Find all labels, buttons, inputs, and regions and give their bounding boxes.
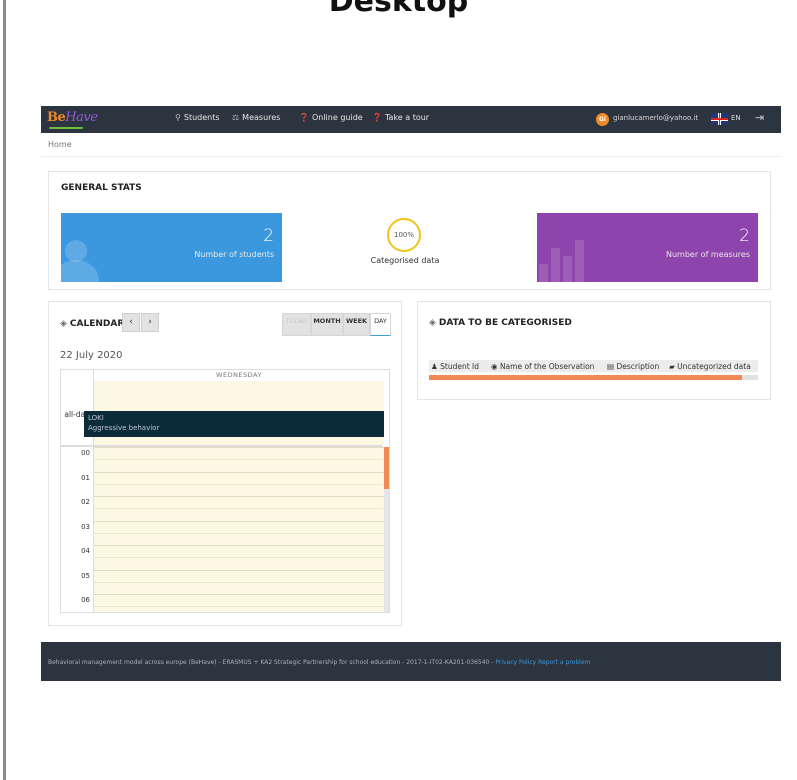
calendar-scroll-thumb[interactable] — [384, 447, 389, 489]
view-month-button[interactable]: MONTH — [311, 313, 343, 336]
user-icon: ♟ — [431, 362, 438, 371]
categorised-donut: 100% — [387, 218, 421, 252]
calendar-prev-button[interactable]: ‹ — [122, 313, 140, 332]
hour-row[interactable]: 06 — [61, 594, 384, 612]
measures-count: 2 — [739, 226, 750, 246]
general-stats-title: GENERAL STATS — [61, 183, 142, 193]
user-email[interactable]: gianlucamerlo@yahoo.it — [613, 114, 698, 122]
hour-row[interactable]: 01 — [61, 471, 384, 497]
uncategorised-table-header: ♟ Student Id ◉ Name of the Observation ▤… — [429, 360, 758, 372]
view-week-button[interactable]: WEEK — [343, 313, 370, 336]
privacy-policy-link[interactable]: Privacy Policy — [495, 659, 536, 666]
bar-chart-icon — [539, 264, 548, 282]
hour-row[interactable]: 04 — [61, 545, 384, 570]
students-count: 2 — [263, 226, 274, 246]
table-scrollbar-track[interactable] — [742, 375, 758, 380]
data-to-categorise-panel — [417, 301, 771, 400]
help-icon: ❓ — [372, 113, 382, 122]
measures-label: Number of measures — [666, 250, 750, 259]
hours-area[interactable]: 00 01 02 03 04 05 06 — [61, 447, 384, 612]
nav-measures[interactable]: ⚖ Measures — [232, 113, 280, 122]
graduation-icon: ⚲ — [175, 113, 181, 122]
logout-icon[interactable]: ⇥ — [755, 111, 764, 124]
hour-row[interactable]: 05 — [61, 569, 384, 595]
uk-flag-icon[interactable] — [711, 113, 728, 125]
col-description[interactable]: ▤ Description — [607, 362, 659, 371]
data-to-categorise-title: ◈ DATA TO BE CATEGORISED — [429, 318, 572, 328]
view-today-button[interactable]: TODAY — [282, 313, 311, 336]
col-uncategorized-data[interactable]: ▰ Uncategorized data — [669, 362, 751, 371]
hour-row[interactable]: 03 — [61, 520, 384, 546]
nav-online-guide[interactable]: ❓ Online guide — [299, 113, 363, 122]
measures-stat-card[interactable]: 2 Number of measures — [537, 213, 758, 282]
eye-icon: ◉ — [491, 362, 498, 371]
list-icon: ▤ — [607, 362, 615, 371]
footer-text: Behavioral management model across europ… — [48, 659, 591, 666]
calendar-event[interactable]: LOKI Aggressive behavior — [84, 411, 384, 437]
page-left-border — [3, 0, 6, 780]
categorised-label: Categorised data — [370, 256, 440, 265]
app-logo[interactable]: BeHave — [47, 110, 98, 125]
language-selector[interactable]: EN — [731, 114, 741, 122]
hour-row[interactable]: 02 — [61, 496, 384, 521]
col-observation-name[interactable]: ◉ Name of the Observation — [491, 362, 594, 371]
report-problem-link[interactable]: Report a problem — [538, 659, 590, 666]
view-day-button[interactable]: DAY — [370, 313, 391, 336]
page-heading: Desktop — [328, 0, 469, 19]
breadcrumb-divider — [41, 156, 781, 157]
nav-take-a-tour[interactable]: ❓ Take a tour — [372, 113, 429, 122]
students-label: Number of students — [194, 250, 274, 259]
folder-icon: ▰ — [669, 362, 675, 371]
calendar-next-button[interactable]: › — [141, 313, 159, 332]
layers-icon: ◈ — [429, 318, 436, 328]
hour-row[interactable]: 00 — [61, 447, 384, 472]
calendar-date: 22 July 2020 — [60, 350, 123, 361]
person-icon — [65, 240, 87, 262]
calendar-title: ◈ CALENDAR — [60, 319, 124, 329]
students-stat-card[interactable]: 2 Number of students — [61, 213, 282, 282]
table-scrollbar[interactable] — [429, 375, 742, 380]
user-avatar[interactable]: Gi — [596, 113, 609, 126]
balance-icon: ⚖ — [232, 113, 240, 122]
top-navbar: BeHave ⚲ Students ⚖ Measures ❓ Online guide… — [41, 106, 781, 133]
calendar-day-grid: WEDNESDAY all-day LOKI Aggressive behavi… — [60, 369, 390, 613]
nav-students[interactable]: ⚲ Students — [175, 113, 220, 122]
help-icon: ❓ — [299, 113, 309, 122]
footer: Behavioral management model across europ… — [41, 642, 781, 681]
breadcrumb[interactable]: Home — [48, 140, 72, 149]
col-student-id[interactable]: ♟ Student Id — [431, 362, 479, 371]
layers-icon: ◈ — [60, 319, 67, 329]
logo-underline — [49, 127, 83, 129]
